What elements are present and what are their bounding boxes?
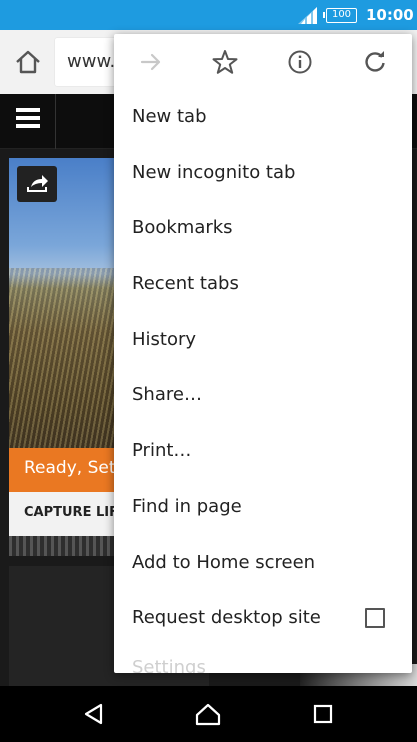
- menu-item-label: Add to Home screen: [132, 551, 316, 573]
- menu-item-find-in-page[interactable]: Find in page: [114, 480, 412, 536]
- system-nav-bar: [0, 686, 417, 742]
- menu-item-share[interactable]: Share…: [114, 368, 412, 424]
- menu-icon-row: [114, 34, 412, 90]
- star-icon[interactable]: [211, 48, 239, 76]
- menu-item-recent-tabs[interactable]: Recent tabs: [114, 257, 412, 313]
- battery-icon: 100: [323, 8, 357, 23]
- share-button[interactable]: [17, 166, 57, 202]
- menu-item-label: Share…: [132, 384, 202, 406]
- menu-item-label: Request desktop site: [132, 607, 321, 629]
- status-bar: 100 10:00: [0, 0, 417, 30]
- home-icon[interactable]: [12, 46, 44, 78]
- menu-item-label: Bookmarks: [132, 217, 233, 239]
- menu-item-label: Find in page: [132, 495, 242, 517]
- menu-item-new-tab[interactable]: New tab: [114, 90, 412, 146]
- menu-item-label: New incognito tab: [132, 161, 296, 183]
- status-time: 10:00: [366, 6, 414, 24]
- header-divider: [55, 94, 56, 149]
- reload-icon[interactable]: [361, 48, 389, 76]
- share-icon: [27, 175, 48, 192]
- menu-item-label: History: [132, 328, 197, 350]
- menu-item-add-to-home-screen[interactable]: Add to Home screen: [114, 536, 412, 592]
- signal-icon: [298, 7, 317, 24]
- info-icon[interactable]: [286, 48, 314, 76]
- menu-items: New tab New incognito tab Bookmarks Rece…: [114, 90, 412, 673]
- menu-item-label: Print…: [132, 440, 192, 462]
- menu-item-label: New tab: [132, 106, 207, 127]
- menu-item-print[interactable]: Print…: [114, 424, 412, 480]
- url-text[interactable]: www.: [67, 51, 115, 72]
- menu-item-label: Recent tabs: [132, 273, 239, 295]
- back-icon[interactable]: [80, 700, 108, 728]
- menu-item-new-incognito-tab[interactable]: New incognito tab: [114, 146, 412, 202]
- home-nav-icon[interactable]: [194, 700, 222, 728]
- recents-icon[interactable]: [309, 700, 337, 728]
- request-desktop-checkbox[interactable]: [365, 608, 385, 629]
- menu-hamburger-icon[interactable]: [16, 108, 40, 128]
- forward-icon[interactable]: [137, 48, 165, 76]
- card-label-text: CAPTURE LIFE: [24, 505, 127, 520]
- overflow-menu: New tab New incognito tab Bookmarks Rece…: [114, 34, 412, 673]
- card-banner-text: Ready, Set,: [24, 458, 121, 478]
- menu-item-bookmarks[interactable]: Bookmarks: [114, 201, 412, 257]
- menu-item-settings[interactable]: Settings: [114, 647, 412, 673]
- menu-item-history[interactable]: History: [114, 313, 412, 369]
- menu-item-request-desktop-site[interactable]: Request desktop site: [114, 591, 412, 647]
- menu-item-label: Settings: [132, 656, 206, 673]
